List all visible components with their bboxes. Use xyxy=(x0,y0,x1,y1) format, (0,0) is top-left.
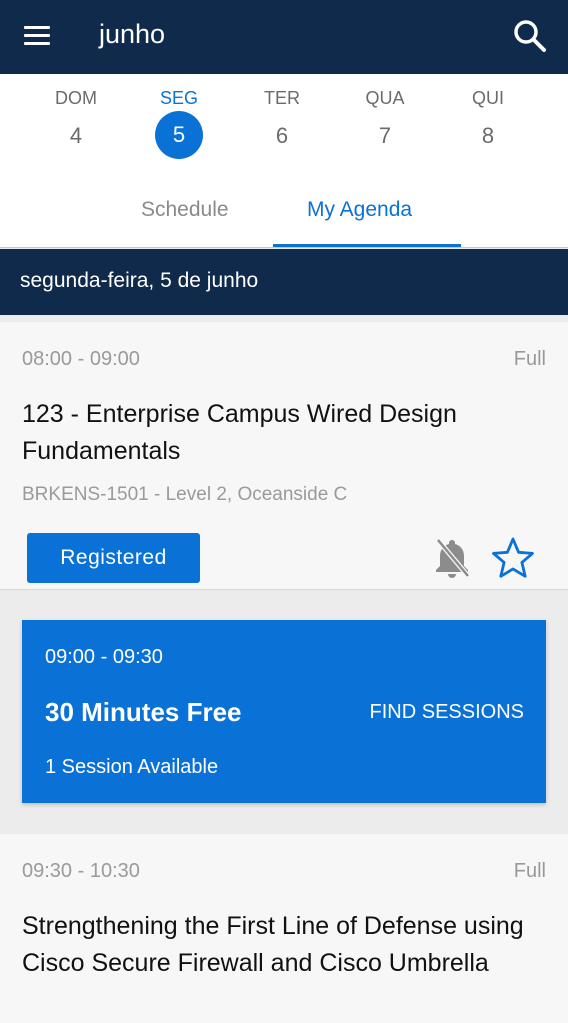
day-sun[interactable]: DOM 4 xyxy=(31,74,121,165)
free-slot-time: 09:00 - 09:30 xyxy=(45,646,163,668)
session-card[interactable]: 08:00 - 09:00 Full 123 - Enterprise Camp… xyxy=(0,322,568,590)
view-tabs: Schedule My Agenda xyxy=(0,174,568,248)
day-selector: DOM 4 SEG 5 TER 6 QUA 7 QUI 8 xyxy=(0,74,568,174)
day-name: DOM xyxy=(55,88,97,108)
day-name: SEG xyxy=(159,88,198,108)
day-tue[interactable]: TER 6 xyxy=(237,74,327,165)
day-number: 8 xyxy=(481,123,495,148)
day-number: 4 xyxy=(69,123,83,148)
find-sessions-button[interactable]: FIND SESSIONS xyxy=(370,701,524,724)
day-name: QUA xyxy=(365,88,405,108)
menu-icon[interactable] xyxy=(22,22,54,50)
day-number: 6 xyxy=(275,123,289,148)
session-title: Strengthening the First Line of Defense … xyxy=(22,912,524,977)
day-name: QUI xyxy=(471,88,504,108)
day-mon-selected[interactable]: SEG 5 xyxy=(134,74,224,159)
date-header-label: segunda-feira, 5 de junho xyxy=(20,269,259,292)
session-status: Full xyxy=(513,348,546,370)
date-header: segunda-feira, 5 de junho xyxy=(0,249,568,315)
search-icon[interactable] xyxy=(512,18,548,54)
day-name: TER xyxy=(264,88,300,108)
star-outline-icon[interactable] xyxy=(491,536,535,580)
registered-button[interactable]: Registered xyxy=(27,533,200,583)
session-status: Full xyxy=(513,860,546,882)
bell-off-icon[interactable] xyxy=(432,536,472,580)
day-number: 7 xyxy=(378,123,392,148)
day-number: 5 xyxy=(155,111,203,159)
day-wed[interactable]: QUA 7 xyxy=(340,74,430,165)
session-time: 08:00 - 09:00 xyxy=(22,348,140,370)
session-time: 09:30 - 10:30 xyxy=(22,860,140,882)
free-slot-card[interactable]: 09:00 - 09:30 30 Minutes Free FIND SESSI… xyxy=(22,620,546,803)
app-bar: junho xyxy=(0,0,568,74)
session-meta: BRKENS-1501 - Level 2, Oceanside C xyxy=(22,484,348,505)
active-tab-indicator xyxy=(273,244,461,247)
day-thu[interactable]: QUI 8 xyxy=(443,74,533,165)
free-slot-available: 1 Session Available xyxy=(45,756,219,778)
tab-my-agenda[interactable]: My Agenda xyxy=(307,198,412,222)
session-title: 123 - Enterprise Campus Wired Design Fun… xyxy=(22,400,457,465)
free-slot-title: 30 Minutes Free xyxy=(45,697,242,727)
tab-schedule[interactable]: Schedule xyxy=(141,198,229,222)
session-card[interactable]: 09:30 - 10:30 Full Strengthening the Fir… xyxy=(0,834,568,1023)
month-title: junho xyxy=(99,19,166,49)
